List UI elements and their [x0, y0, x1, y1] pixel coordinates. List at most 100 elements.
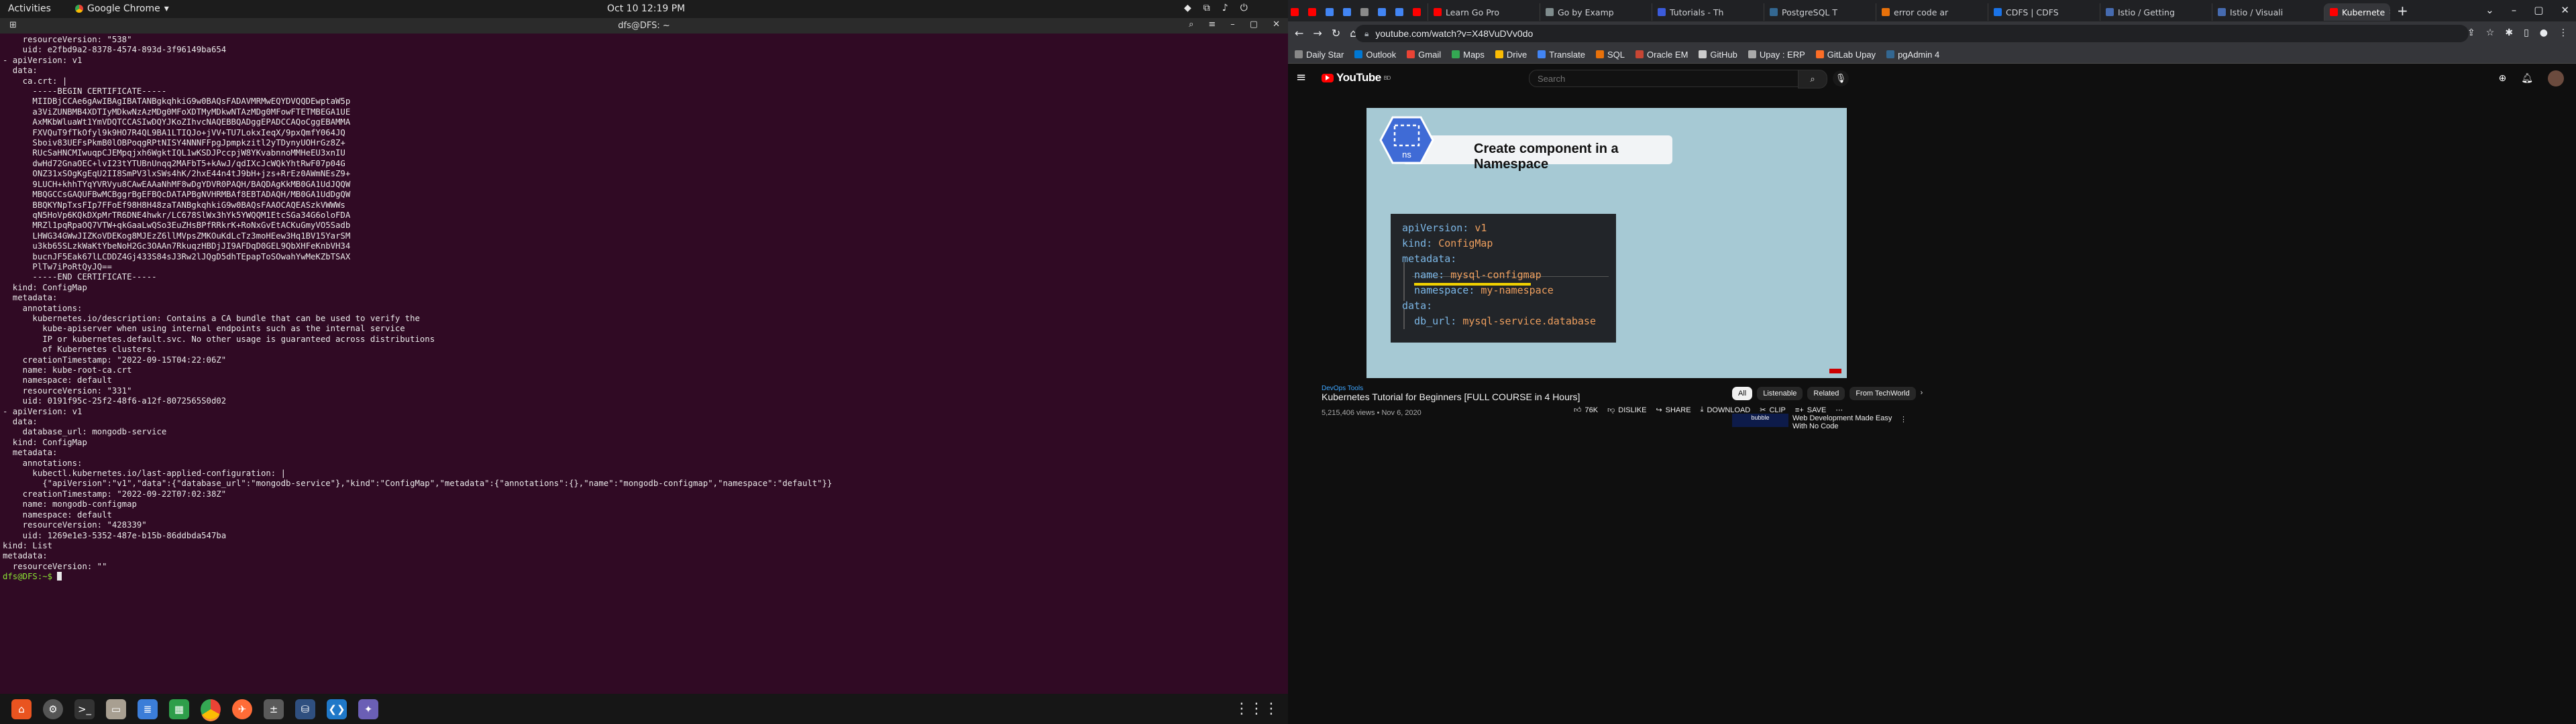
filter-chip[interactable]: Listenable — [1757, 387, 1803, 400]
terminal-icon[interactable]: >_ — [74, 699, 95, 719]
create-icon[interactable]: ⊕ — [2498, 73, 2506, 84]
bookmark-item[interactable]: Oracle EM — [1635, 50, 1688, 60]
network-icon[interactable]: ⧉ — [1203, 3, 1210, 13]
browser-tab[interactable]: Go by Examp — [1540, 3, 1652, 21]
dropbox-icon[interactable]: ◆ — [1184, 3, 1191, 13]
browser-tab[interactable]: Learn Go Pro — [1428, 3, 1540, 21]
filter-chip[interactable]: From TechWorld — [1849, 387, 1916, 400]
bookmark-item[interactable]: GitHub — [1699, 50, 1737, 60]
menu-icon[interactable]: ≡ — [1296, 70, 1306, 84]
vscode-icon[interactable]: ❮❯ — [327, 699, 347, 719]
avatar[interactable] — [2548, 70, 2564, 86]
spreadsheet-icon[interactable]: ▦ — [169, 699, 189, 719]
search-icon[interactable]: ⌕ — [1189, 19, 1193, 29]
search-box[interactable] — [1529, 70, 1799, 87]
minimize-icon[interactable]: – — [2512, 4, 2517, 16]
more-icon[interactable]: ⋮ — [1900, 415, 1907, 424]
extensions-icon[interactable]: ✱ — [2505, 27, 2513, 38]
extension-icon[interactable]: ✦ — [358, 699, 378, 719]
share-icon[interactable]: ⇪ — [2467, 27, 2475, 38]
reload-icon[interactable]: ↻ — [1332, 27, 1340, 40]
browser-tab[interactable] — [1410, 3, 1428, 21]
profile-icon[interactable]: ● — [2540, 27, 2548, 38]
system-tray[interactable]: ◆ ⧉ ♪ ⏻ — [1184, 3, 1248, 13]
browser-tab[interactable]: Istio / Visuali — [2212, 3, 2324, 21]
bookmark-item[interactable]: Daily Star — [1295, 50, 1344, 60]
dislike-button[interactable]: 👎︎ DISLIKE — [1607, 406, 1646, 415]
menu-icon[interactable]: ≡ — [1208, 19, 1216, 29]
bookmark-item[interactable]: Gmail — [1407, 50, 1441, 60]
bookmark-item[interactable]: GitLab Upay — [1815, 50, 1876, 60]
filter-chip[interactable]: Related — [1807, 387, 1845, 400]
chrome-dock-icon[interactable] — [201, 699, 221, 719]
bookmark-label: Gmail — [1418, 49, 1442, 60]
maximize-icon[interactable]: ▢ — [1250, 19, 1258, 29]
star-icon[interactable]: ☆ — [2486, 27, 2495, 38]
share-button[interactable]: ↪ SHARE — [1656, 406, 1690, 415]
new-tab-button[interactable]: + — [2397, 3, 2408, 19]
power-icon[interactable]: ⏻ — [1240, 3, 1248, 13]
bookmark-item[interactable]: Upay : ERP — [1748, 50, 1805, 60]
url-input[interactable] — [1374, 27, 2383, 40]
database-tool-icon[interactable]: ⛁ — [295, 699, 315, 719]
browser-tab[interactable]: error code ar — [1876, 3, 1988, 21]
bookmark-item[interactable]: pgAdmin 4 — [1886, 50, 1939, 60]
browser-tab[interactable]: CDFS | CDFS — [1988, 3, 2100, 21]
bookmark-item[interactable]: SQL — [1595, 50, 1625, 60]
address-bar[interactable]: 🔒︎ — [1355, 25, 2469, 42]
browser-tab[interactable] — [1375, 3, 1393, 21]
rec-title[interactable]: Web Development Made Easy With No Code — [1792, 414, 1893, 430]
browser-tab[interactable]: Kubernete ✕ — [2324, 3, 2390, 21]
bookmark-item[interactable]: Outlook — [1354, 50, 1396, 60]
bookmark-item[interactable]: Drive — [1495, 50, 1527, 60]
tab-search-icon[interactable]: ⌄ — [2485, 4, 2494, 16]
browser-tab[interactable]: Tutorials - Th — [1652, 3, 1764, 21]
browser-tab[interactable] — [1305, 3, 1323, 21]
chevron-right-icon[interactable]: › — [1921, 387, 1923, 400]
text-editor-icon[interactable]: ≣ — [138, 699, 158, 719]
settings-icon[interactable]: ⚙ — [43, 699, 63, 719]
forward-icon[interactable]: → — [1313, 27, 1322, 40]
back-icon[interactable]: ← — [1295, 27, 1303, 40]
search-button[interactable]: ⌕ — [1798, 70, 1827, 88]
files-icon[interactable]: ▭ — [106, 699, 126, 719]
mic-button[interactable]: 🎙︎ — [1833, 70, 1849, 86]
recommended-video[interactable]: bubble Web Development Made Easy With No… — [1732, 414, 1907, 430]
youtube-logo[interactable]: YouTube BD — [1322, 71, 1391, 84]
video-player[interactable]: Create component in a Namespace ns apiVe… — [1366, 108, 1847, 378]
activities-button[interactable]: Activities — [8, 3, 51, 14]
close-tab-icon[interactable]: ✕ — [2389, 9, 2390, 16]
terminal-titlebar[interactable]: ⊞ dfs@DFS: ~ ⌕ ≡ – ▢ ✕ — [0, 18, 1288, 34]
close-icon[interactable]: ✕ — [2561, 4, 2569, 16]
rec-thumbnail[interactable]: bubble — [1732, 414, 1788, 427]
bookmark-item[interactable]: Translate — [1538, 50, 1585, 60]
terminal-window[interactable]: ⊞ dfs@DFS: ~ ⌕ ≡ – ▢ ✕ resourceVersion: … — [0, 18, 1288, 694]
search-input[interactable] — [1536, 73, 1787, 84]
sidebar-icon[interactable]: ▯ — [2524, 27, 2529, 38]
browser-tab[interactable] — [1358, 3, 1375, 21]
browser-tab[interactable] — [1340, 3, 1358, 21]
lock-icon[interactable]: 🔒︎ — [1364, 29, 1368, 39]
kebab-menu-icon[interactable]: ⋮ — [2559, 27, 2568, 38]
bookmark-item[interactable]: Maps — [1452, 50, 1485, 60]
clock[interactable]: Oct 10 12:19 PM — [607, 3, 685, 14]
save-button[interactable]: ≡+ SAVE — [1795, 406, 1826, 414]
terminal-output[interactable]: resourceVersion: "538" uid: e2fbd9a2-837… — [3, 35, 832, 583]
browser-tab[interactable] — [1323, 3, 1340, 21]
browser-tab[interactable] — [1288, 3, 1305, 21]
browser-tab[interactable]: Istio / Getting — [2100, 3, 2212, 21]
browser-tab[interactable] — [1393, 3, 1410, 21]
close-icon[interactable]: ✕ — [1273, 19, 1280, 29]
minimize-icon[interactable]: – — [1230, 19, 1235, 29]
like-button[interactable]: 👍︎ 76K — [1574, 406, 1598, 415]
notifications-icon[interactable]: 🔔︎ — [2521, 73, 2533, 84]
browser-tab[interactable]: PostgreSQL T — [1764, 3, 1876, 21]
maximize-icon[interactable]: ▢ — [2534, 4, 2543, 16]
volume-icon[interactable]: ♪ — [1222, 3, 1228, 13]
postman-icon[interactable]: ✈ — [232, 699, 252, 719]
calculator-icon[interactable]: ± — [264, 699, 284, 719]
filter-chip[interactable]: All — [1732, 387, 1753, 400]
ubuntu-software-icon[interactable]: ⌂ — [11, 699, 32, 719]
app-grid-icon[interactable]: ⋮⋮⋮ — [1234, 701, 1279, 717]
app-menu[interactable]: Google Chrome ▾ — [75, 3, 169, 14]
